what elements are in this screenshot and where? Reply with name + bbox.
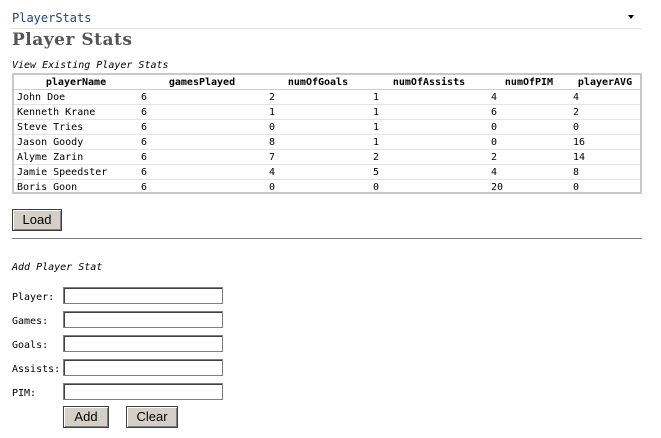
table-cell: 1 [370, 104, 488, 120]
add-button[interactable]: Add [63, 406, 109, 428]
table-cell: 16 [570, 134, 640, 150]
table-row[interactable]: Kenneth Krane 6 1 1 6 2 [14, 104, 640, 120]
table-cell: 14 [570, 149, 640, 165]
table-cell: 1 [370, 134, 488, 150]
goals-label: Goals: [12, 340, 49, 351]
app-name: PlayerStats [12, 11, 92, 25]
table-cell: 0 [373, 181, 380, 193]
section-divider [12, 238, 642, 240]
add-section-caption: Add Player Stat [12, 262, 103, 273]
player-label: Player: [12, 292, 55, 303]
clear-button[interactable]: Clear [126, 406, 178, 428]
table-cell: 6 [138, 104, 266, 120]
table-cell: 4 [488, 164, 570, 180]
table-cell: 4 [266, 164, 370, 180]
app-header: PlayerStats [10, 8, 642, 29]
table-cell: 0 [266, 119, 370, 135]
games-input[interactable] [63, 311, 223, 328]
table-cell: 6 [138, 134, 266, 150]
table-cell: 6 [138, 149, 266, 165]
table-cell: John Doe [14, 89, 138, 105]
table-body: John Doe 6 2 1 4 4 Kenneth Krane 6 1 1 6 2 Steve Tri… [14, 89, 640, 195]
table-cell: Kenneth Krane [14, 104, 138, 120]
table-cell: 2 [570, 104, 640, 120]
load-button[interactable]: Load [12, 209, 62, 231]
table-cell: Boris Goon [17, 181, 78, 193]
table-cell: 5 [370, 164, 488, 180]
table-cell: 1 [370, 89, 488, 105]
column-header-gamesPlayed[interactable]: gamesPlayed [138, 75, 266, 90]
table-header-row: playerName gamesPlayed numOfGoals numOfAssi… [14, 75, 640, 90]
table-cell: Alyme Zarin [14, 149, 138, 165]
games-label: Games: [12, 316, 49, 327]
table-cell: 20 [491, 181, 504, 193]
assists-label: Assists: [12, 364, 61, 375]
table-cell: 4 [488, 89, 570, 105]
column-header-numOfGoals[interactable]: numOfGoals [266, 75, 370, 90]
table-row[interactable]: Steve Tries 6 0 1 0 0 [14, 119, 640, 135]
table-row[interactable]: Jason Goody 6 8 1 0 16 [14, 134, 640, 150]
table-cell: 6 [488, 104, 570, 120]
pim-input[interactable] [63, 383, 223, 400]
table-cell: 6 [138, 89, 266, 105]
page-title: Player Stats [12, 30, 133, 50]
goals-input[interactable] [63, 335, 223, 352]
player-input[interactable] [63, 287, 223, 304]
table-cell: 0 [573, 181, 580, 193]
table-cell: 6 [138, 119, 266, 135]
table-cell: Jason Goody [14, 134, 138, 150]
table-cell: 0 [570, 119, 640, 135]
table-cell: 0 [488, 134, 570, 150]
column-header-playerAVG[interactable]: playerAVG [570, 75, 640, 90]
table-cell: 6 [138, 164, 266, 180]
pim-label: PIM: [12, 388, 37, 399]
player-stats-table: playerName gamesPlayed numOfGoals numOfAssi… [14, 75, 640, 194]
table-cell: 4 [570, 89, 640, 105]
table-cell: Steve Tries [14, 119, 138, 135]
player-stats-grid[interactable]: playerName gamesPlayed numOfGoals numOfAssi… [12, 73, 642, 194]
table-row[interactable]: Jamie Speedster 6 4 5 4 8 [14, 164, 640, 180]
table-cell: 2 [266, 89, 370, 105]
table-cell: 1 [370, 119, 488, 135]
table-row[interactable]: Alyme Zarin 6 7 2 2 14 [14, 149, 640, 165]
table-cell: 7 [266, 149, 370, 165]
table-cell: 8 [570, 164, 640, 180]
table-cell: 8 [266, 134, 370, 150]
table-row[interactable]: John Doe 6 2 1 4 4 [14, 89, 640, 105]
column-header-numOfAssists[interactable]: numOfAssists [370, 75, 488, 90]
table-cell: 0 [269, 181, 276, 193]
table-cell: 6 [141, 181, 148, 193]
column-header-numOfPIM[interactable]: numOfPIM [488, 75, 570, 90]
table-row[interactable]: Boris Goon 6 0 0 20 0 [14, 180, 640, 195]
column-header-playerName[interactable]: playerName [14, 75, 138, 90]
caret-down-icon[interactable] [628, 15, 634, 19]
table-cell: 0 [488, 119, 570, 135]
table-cell: 2 [488, 149, 570, 165]
table-cell: 2 [370, 149, 488, 165]
table-cell: Jamie Speedster [14, 164, 138, 180]
assists-input[interactable] [63, 359, 223, 376]
view-section-caption: View Existing Player Stats [12, 60, 169, 71]
table-cell: 1 [266, 104, 370, 120]
